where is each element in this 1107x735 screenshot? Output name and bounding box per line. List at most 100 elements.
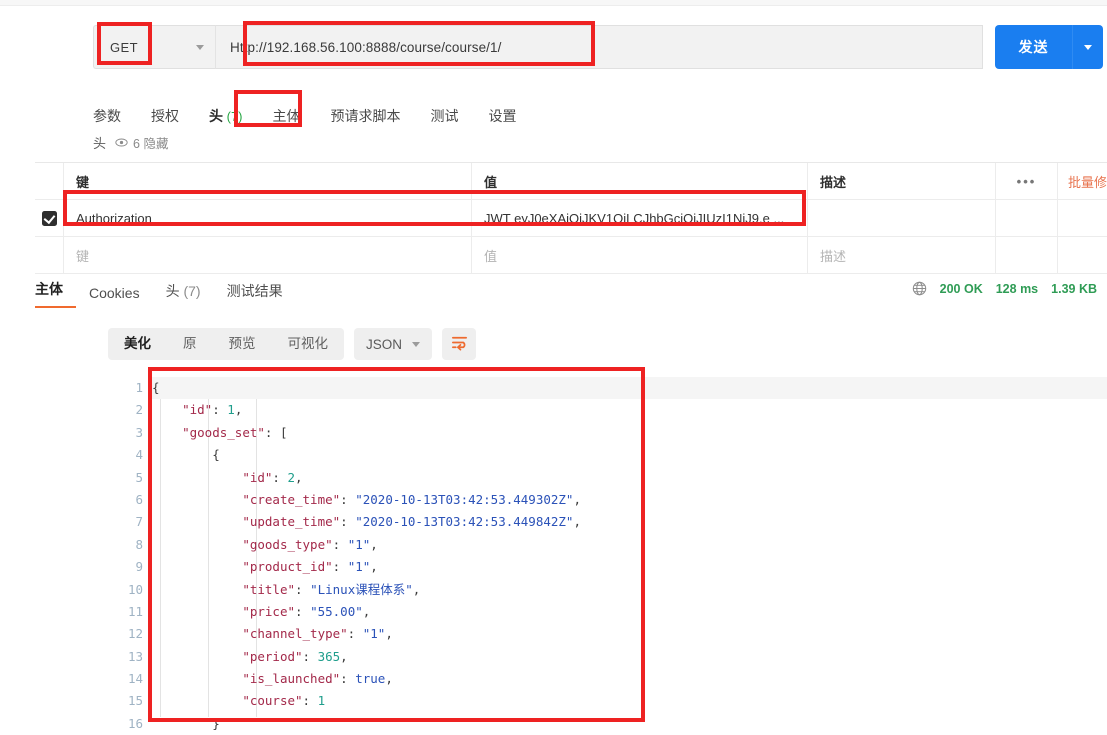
json-token-k: "create_time" <box>242 491 341 507</box>
json-line: "title": "Linux课程体系", <box>152 579 1107 601</box>
hidden-headers-toggle[interactable]: 6 隐藏 <box>115 133 168 152</box>
table-row[interactable]: 键 值 描述 <box>35 237 1107 274</box>
json-token-k: "course" <box>242 693 303 709</box>
response-tabs: 主体 Cookies 头 (7) 测试结果 <box>35 279 296 308</box>
json-token-p: , <box>412 581 421 597</box>
line-number: 2 <box>135 402 143 418</box>
line-number: 8 <box>135 536 143 552</box>
json-line: "product_id": "1", <box>152 556 1107 578</box>
body-view-option-2[interactable]: 预览 <box>213 328 272 360</box>
json-token-p: : <box>272 469 288 485</box>
json-line: "price": "55.00", <box>152 601 1107 623</box>
json-token-p: : <box>340 514 356 530</box>
request-tab-4[interactable]: 预请求脚本 <box>316 103 416 129</box>
wrap-lines-button[interactable] <box>442 328 477 360</box>
json-token-p: , <box>370 559 378 575</box>
header-description-cell[interactable] <box>807 200 995 236</box>
response-tab-count: (7) <box>179 283 201 299</box>
http-method-value: GET <box>110 39 138 55</box>
response-tab-0[interactable]: 主体 <box>35 279 76 308</box>
header-row-check-spacer <box>35 163 63 199</box>
line-number: 12 <box>127 626 143 642</box>
line-number: 5 <box>135 469 143 485</box>
http-method-select[interactable]: GET <box>93 25 215 69</box>
table-row[interactable]: Authorization JWT eyJ0eXAiOiJKV1QiLCJhbG… <box>35 200 1107 237</box>
request-tab-2[interactable]: 头 (7) <box>194 103 258 129</box>
line-number: 1 <box>135 380 143 395</box>
json-token-p: , <box>385 626 393 642</box>
json-token-s: "2020-10-13T03:42:53.449842Z" <box>355 514 574 530</box>
body-view-option-3[interactable]: 可视化 <box>272 328 345 360</box>
line-number: 6 <box>135 491 143 507</box>
header-value-cell[interactable]: JWT eyJ0eXAiOiJKV1QiLCJhbGciOiJIUzI1NiJ9… <box>471 200 807 236</box>
line-number: 10 <box>127 581 143 597</box>
json-token-k: "product_id" <box>242 559 333 575</box>
json-token-k: "update_time" <box>242 514 341 530</box>
column-header-key: 键 <box>63 163 471 199</box>
response-tab-3[interactable]: 测试结果 <box>214 281 296 308</box>
headers-subheader-row: 头 6 隐藏 <box>93 133 168 152</box>
request-tab-label: 测试 <box>430 108 459 124</box>
bulk-edit-link[interactable]: 批量修 <box>1057 163 1107 199</box>
json-line: "id": 1, <box>152 399 1107 421</box>
line-number: 11 <box>127 603 143 619</box>
json-token-b: true <box>355 671 386 687</box>
line-number: 9 <box>135 559 143 575</box>
header-key-cell[interactable]: Authorization <box>63 200 471 236</box>
send-button[interactable]: 发送 <box>995 25 1103 69</box>
request-tab-5[interactable]: 测试 <box>416 103 474 129</box>
body-format-select[interactable]: JSON <box>354 328 433 360</box>
headers-table: 键 值 描述 ••• 批量修 Authorization JWT eyJ0eXA… <box>35 162 1107 274</box>
chevron-down-icon <box>196 44 204 50</box>
json-token-k: "price" <box>242 603 295 619</box>
request-tab-0[interactable]: 参数 <box>93 103 136 129</box>
json-line: "goods_type": "1", <box>152 534 1107 556</box>
json-token-k: "channel_type" <box>242 626 348 642</box>
row-checkbox[interactable] <box>35 200 63 236</box>
request-tab-1[interactable]: 授权 <box>136 103 194 129</box>
send-options-button[interactable] <box>1073 44 1103 50</box>
body-view-option-0[interactable]: 美化 <box>108 328 167 360</box>
table-more-options-button[interactable]: ••• <box>995 163 1057 199</box>
response-body-code-viewer[interactable]: 1 2 3 4 5 6 7 8 9 10 11 12 13 14 15 16 { "id": 1, "good… <box>100 374 1107 735</box>
request-tab-count: (7) <box>223 109 243 124</box>
request-tab-label: 预请求脚本 <box>330 108 401 124</box>
request-url-input[interactable]: Http://192.168.56.100:8888/course/course… <box>215 25 983 69</box>
json-token-p: , <box>340 648 348 664</box>
eye-icon <box>115 136 128 149</box>
json-token-p: { <box>212 447 220 463</box>
header-description-cell-placeholder[interactable]: 描述 <box>807 237 995 273</box>
response-tab-1[interactable]: Cookies <box>76 285 153 308</box>
json-token-p: , <box>385 671 393 687</box>
checkbox-checked-icon <box>41 210 57 226</box>
body-view-option-1[interactable]: 原 <box>167 328 213 360</box>
request-tab-6[interactable]: 设置 <box>474 103 532 129</box>
response-tab-2[interactable]: 头 (7) <box>153 281 214 308</box>
json-token-n: 1 <box>227 402 235 418</box>
line-number: 4 <box>135 447 143 463</box>
chevron-down-icon <box>1084 44 1092 50</box>
row-checkbox-empty[interactable] <box>35 237 63 273</box>
json-token-p: , <box>370 536 378 552</box>
json-token-s: "55.00" <box>310 603 363 619</box>
response-status-code: 200 OK <box>939 281 983 296</box>
json-token-p: , <box>573 491 581 507</box>
header-value-cell-placeholder[interactable]: 值 <box>471 237 807 273</box>
json-token-p: : <box>340 671 356 687</box>
response-status-bar: 200 OK 128 ms 1.39 KB <box>912 281 1097 296</box>
request-tab-3[interactable]: 主体 <box>258 103 316 129</box>
header-key-cell-placeholder[interactable]: 键 <box>63 237 471 273</box>
json-line: "goods_set": [ <box>152 422 1107 444</box>
json-token-p: : <box>212 402 228 418</box>
json-line: "is_launched": true, <box>152 668 1107 690</box>
